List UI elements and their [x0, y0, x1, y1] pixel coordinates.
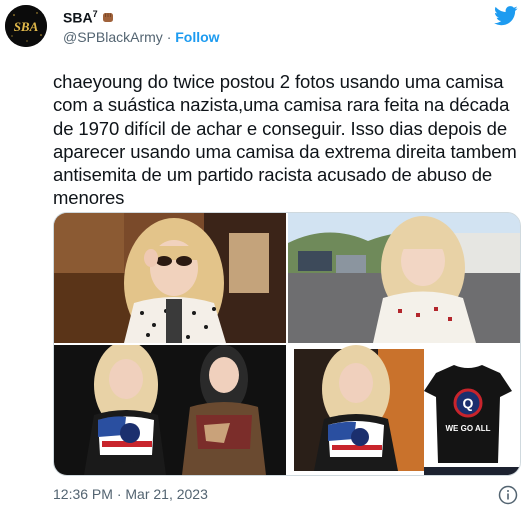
avatar[interactable]: SBA: [5, 5, 47, 47]
twitter-bird-icon[interactable]: [494, 6, 518, 26]
author-handle[interactable]: @SPBlackArmy: [63, 29, 163, 45]
fist-emoji-icon: [102, 13, 113, 23]
avatar-image: SBA: [5, 5, 47, 47]
separator-dot: ·: [166, 29, 172, 45]
shirt-q-letter: Q: [463, 395, 474, 411]
handle-row: @SPBlackArmy · Follow: [63, 29, 220, 45]
author-name-row[interactable]: SBA7: [63, 9, 115, 26]
tweet-timestamp[interactable]: 12:36 PM · Mar 21, 2023: [53, 486, 208, 502]
photo-4[interactable]: Q WE GO ALL: [288, 345, 520, 475]
photo-2[interactable]: [288, 213, 520, 343]
author-name[interactable]: SBA7: [63, 9, 98, 26]
photo-4-shirt-slogan: WE GO ALL: [445, 424, 490, 433]
photo-3[interactable]: WE GO ALL: [54, 345, 286, 475]
avatar-text: SBA: [14, 19, 39, 34]
follow-button[interactable]: Follow: [175, 29, 219, 45]
tweet-text: chaeyoung do twice postou 2 fotos usando…: [53, 71, 517, 209]
photo-3-shirt-slogan: WE GO ALL: [103, 455, 148, 464]
photo-1[interactable]: [54, 213, 286, 343]
info-icon[interactable]: [498, 485, 518, 505]
media-grid: WE GO ALL Q WE GO ALL: [53, 212, 521, 476]
